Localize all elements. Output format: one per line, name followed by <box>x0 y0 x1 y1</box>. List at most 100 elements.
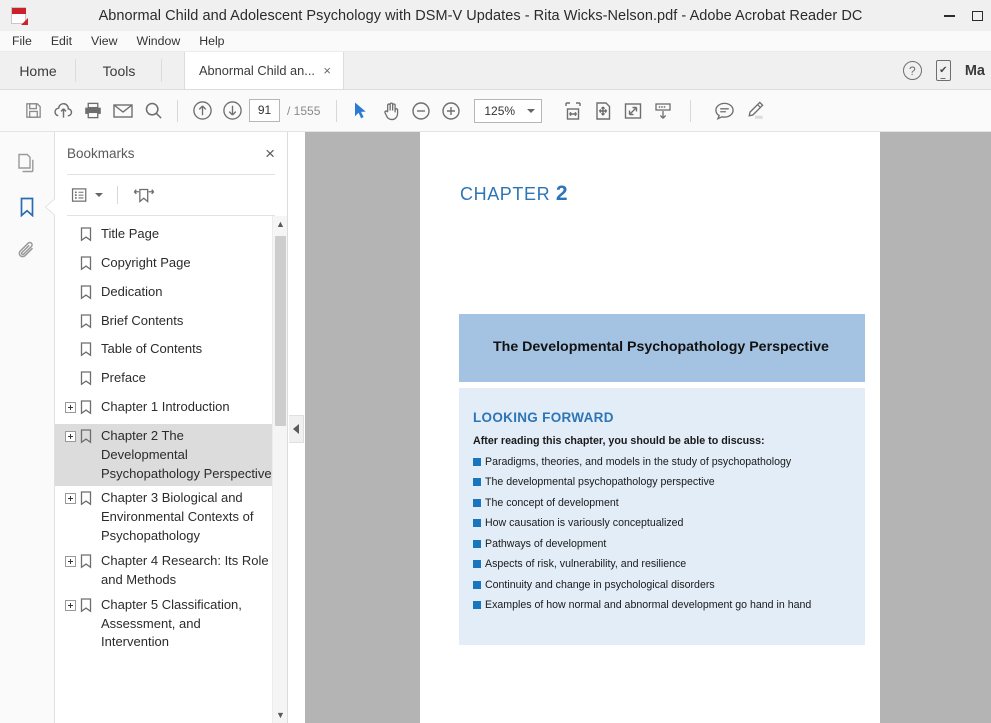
looking-forward-item: Pathways of development <box>469 538 849 550</box>
bookmark-item[interactable]: Table of Contents <box>55 337 288 366</box>
looking-forward-item-label: Paradigms, theories, and models in the s… <box>485 455 792 468</box>
acrobat-reader-window: Abnormal Child and Adolescent Psychology… <box>0 0 991 723</box>
bookmark-label: Table of Contents <box>101 341 203 357</box>
bookmark-item[interactable]: Preface <box>55 366 288 395</box>
looking-forward-title: LOOKING FORWARD <box>473 410 614 425</box>
tab-tools[interactable]: Tools <box>76 52 162 89</box>
question-mark-circle-icon[interactable]: ? <box>902 61 922 80</box>
next-page-icon[interactable] <box>217 96 247 126</box>
bookmark-icon <box>80 400 94 421</box>
looking-forward-item-label: Continuity and change in psychological d… <box>485 578 715 591</box>
looking-forward-item-label: Pathways of development <box>485 537 607 550</box>
page-count-label: / 1555 <box>287 103 321 118</box>
expand-icon[interactable] <box>65 402 76 414</box>
menu-file[interactable]: File <box>12 34 42 48</box>
close-icon[interactable]: × <box>319 63 335 78</box>
bookmark-label: Brief Contents <box>101 312 184 328</box>
bookmark-icon <box>80 313 94 335</box>
bookmark-label: Title Page <box>101 226 160 241</box>
fit-page-icon[interactable] <box>588 96 618 126</box>
chapter-heading: CHAPTER 2 <box>460 182 568 206</box>
bookmark-item[interactable]: Chapter 2 The Developmental Psychopathol… <box>55 423 288 487</box>
email-icon[interactable] <box>108 96 138 126</box>
document-viewport[interactable]: CHAPTER 2 The Developmental Psychopathol… <box>305 132 991 723</box>
show-more-tools-icon[interactable] <box>648 96 678 126</box>
new-bookmark-icon[interactable] <box>128 182 160 208</box>
bookmark-item[interactable]: Chapter 3 Biological and Environmental C… <box>55 486 288 549</box>
bullet-icon <box>473 601 481 609</box>
scrollbar-thumb[interactable] <box>275 236 286 426</box>
bookmark-item[interactable]: Brief Contents <box>55 309 288 338</box>
zoom-in-icon[interactable] <box>436 96 466 126</box>
bookmark-item[interactable]: Chapter 1 Introduction <box>55 395 288 424</box>
bookmark-item[interactable]: Copyright Page <box>55 251 288 280</box>
comment-icon[interactable] <box>709 96 739 126</box>
expand-icon[interactable] <box>65 599 76 611</box>
looking-forward-item-label: Examples of how normal and abnormal deve… <box>485 599 812 611</box>
bookmark-icon <box>80 342 94 363</box>
looking-forward-item-label: How causation is variously conceptualize… <box>485 517 684 529</box>
bookmarks-icon[interactable] <box>10 192 44 222</box>
menu-help[interactable]: Help <box>199 34 234 48</box>
close-icon[interactable]: × <box>265 145 275 162</box>
looking-forward-item: Examples of how normal and abnormal deve… <box>469 599 849 611</box>
zoom-level-dropdown[interactable]: 125% <box>474 98 543 123</box>
expand-icon[interactable] <box>65 555 76 567</box>
save-icon[interactable] <box>18 96 48 126</box>
page-number-input[interactable]: 91 <box>249 99 280 122</box>
previous-page-icon[interactable] <box>187 96 217 126</box>
tab-document[interactable]: Abnormal Child an... × <box>184 52 344 89</box>
menu-window[interactable]: Window <box>136 34 190 48</box>
chapter-title-box: The Developmental Psychopathology Perspe… <box>459 314 865 382</box>
chapter-number: 2 <box>555 182 569 205</box>
expand-icon[interactable] <box>65 430 76 442</box>
tab-document-label: Abnormal Child an... <box>199 63 315 78</box>
select-tool-icon[interactable] <box>346 96 376 126</box>
bookmarks-list[interactable]: Title Page Copyright Page Dedication Brief … <box>55 216 288 723</box>
navigation-rail <box>0 132 55 723</box>
print-icon[interactable] <box>78 96 108 126</box>
expand-icon[interactable] <box>65 493 76 505</box>
bookmark-item[interactable]: Title Page <box>55 222 288 251</box>
bookmark-item[interactable]: Chapter 5 Classification, Assessment, an… <box>55 593 288 656</box>
looking-forward-item: Aspects of risk, vulnerability, and resi… <box>469 558 849 570</box>
bullet-icon <box>473 560 481 568</box>
zoom-out-icon[interactable] <box>406 96 436 126</box>
looking-forward-box: LOOKING FORWARD After reading this chapt… <box>459 388 865 645</box>
menu-edit[interactable]: Edit <box>51 34 82 48</box>
looking-forward-intro: After reading this chapter, you should b… <box>473 435 765 447</box>
collapse-panel-handle[interactable] <box>289 415 304 443</box>
bookmark-item[interactable]: Chapter 4 Research: Its Role and Methods <box>55 549 288 593</box>
looking-forward-item: The concept of development <box>469 497 849 509</box>
sign-in-label[interactable]: Ma <box>965 63 985 79</box>
attachments-icon[interactable] <box>10 236 44 266</box>
tab-home[interactable]: Home <box>0 52 76 89</box>
upload-cloud-icon[interactable] <box>48 96 78 126</box>
options-list-icon[interactable] <box>67 182 107 208</box>
pdf-document-icon <box>0 0 30 31</box>
highlight-pen-icon[interactable] <box>739 96 769 126</box>
bookmark-icon <box>80 598 94 619</box>
hand-tool-icon[interactable] <box>376 96 406 126</box>
bookmark-icon <box>80 371 94 392</box>
bookmark-item[interactable]: Dedication <box>55 280 288 309</box>
bullet-icon <box>473 498 481 507</box>
bookmarks-panel-title: Bookmarks <box>67 145 135 161</box>
chapter-title: The Developmental Psychopathology Perspe… <box>493 339 829 356</box>
tab-strip-right: ? ✔ Ma <box>902 52 991 89</box>
looking-forward-item-label: The developmental psychopathology perspe… <box>485 476 715 488</box>
bookmarks-scrollbar[interactable]: ▲ ▼ <box>272 216 287 723</box>
bookmark-icon <box>80 554 94 575</box>
minimize-button[interactable] <box>935 0 963 31</box>
looking-forward-list: Paradigms, theories, and models in the s… <box>469 455 849 611</box>
read-mode-icon[interactable] <box>618 96 648 126</box>
scroll-up-icon[interactable]: ▲ <box>273 216 288 232</box>
scroll-down-icon[interactable]: ▼ <box>273 707 288 723</box>
window-title: Abnormal Child and Adolescent Psychology… <box>98 7 863 24</box>
mobile-device-check-icon[interactable]: ✔ <box>935 60 951 81</box>
page-thumbnails-icon[interactable] <box>10 148 44 178</box>
maximize-button[interactable] <box>963 0 991 31</box>
menu-view[interactable]: View <box>91 34 127 48</box>
fit-width-icon[interactable] <box>558 96 588 126</box>
search-icon[interactable] <box>138 96 168 126</box>
